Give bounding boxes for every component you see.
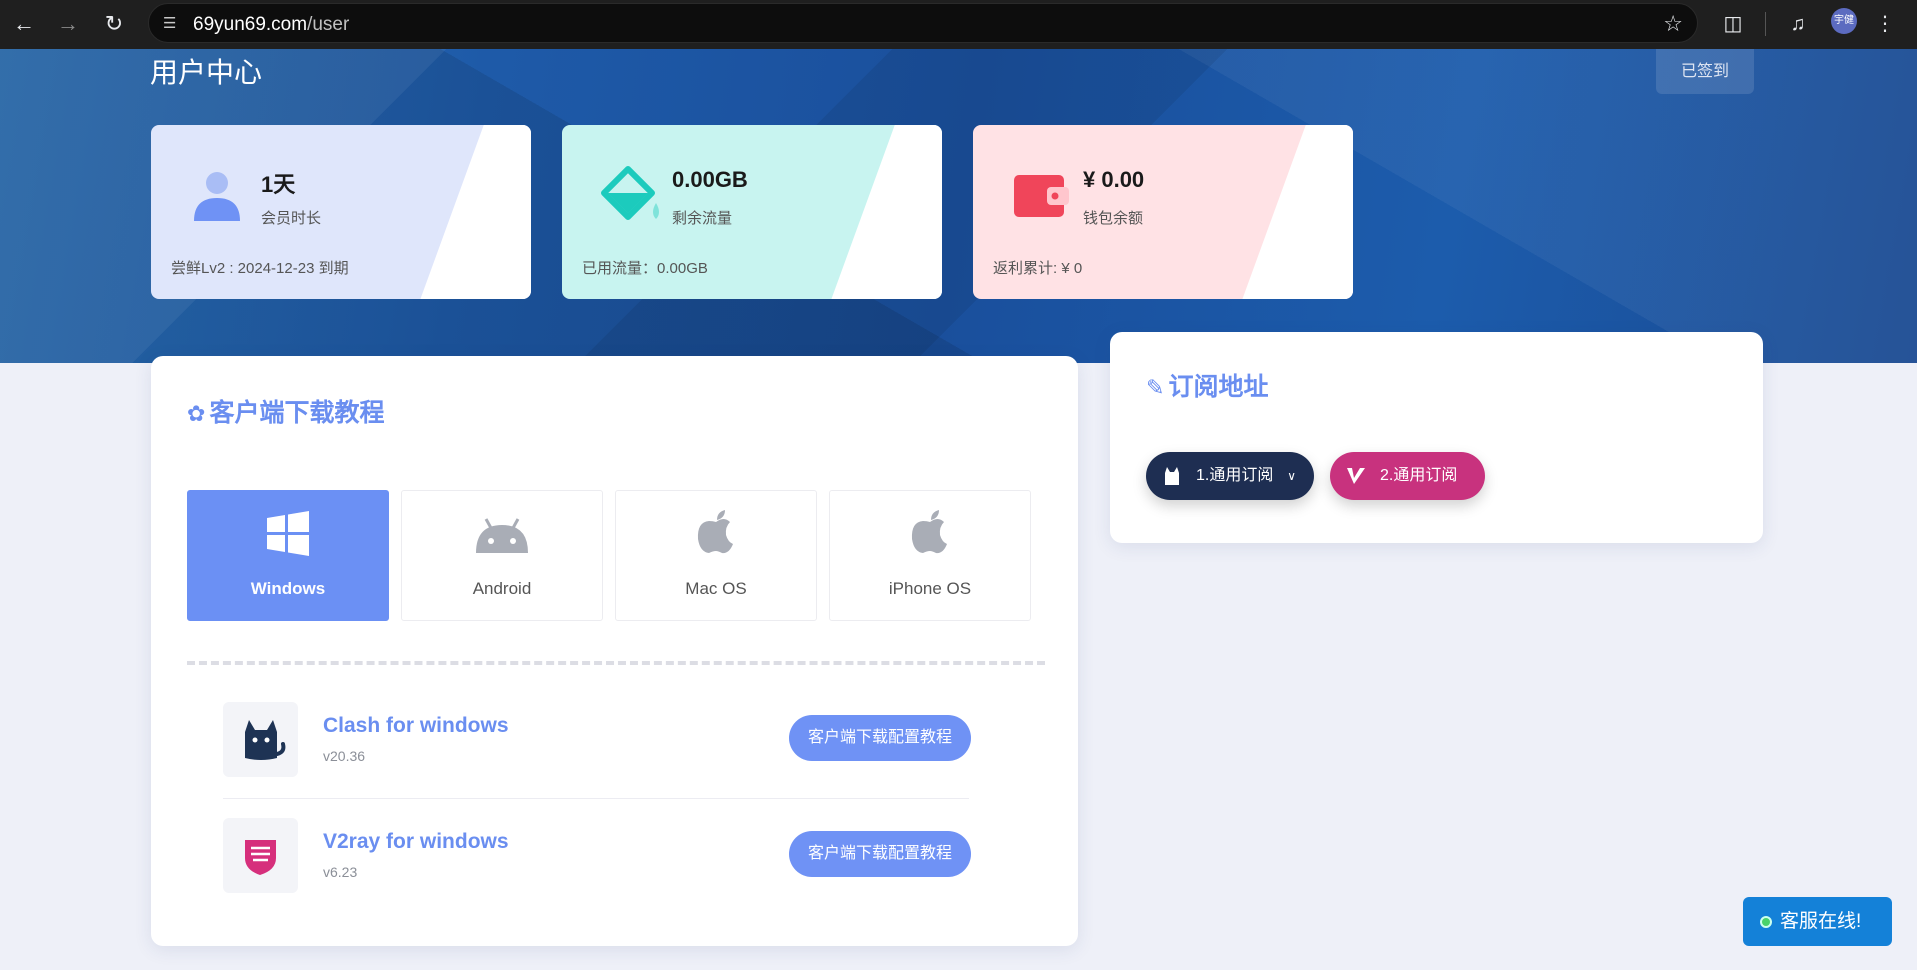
user-icon xyxy=(189,165,245,225)
android-icon xyxy=(402,509,602,559)
traffic-used: 已用流量：0.00GB xyxy=(582,260,708,277)
section-divider xyxy=(187,661,1045,665)
traffic-card: 0.00GB 剩余流量 已用流量：0.00GB xyxy=(562,125,942,299)
bookmark-star-icon[interactable]: ☆ xyxy=(1663,11,1683,37)
url-text: 69yun69.com/user xyxy=(193,14,350,35)
bucket-icon xyxy=(600,165,659,225)
v2ray-v-icon xyxy=(1347,468,1365,484)
wallet-balance-value: ¥ 0.00 xyxy=(1083,167,1145,192)
client-name[interactable]: V2ray for windows xyxy=(323,830,509,854)
windows-icon xyxy=(188,509,388,559)
v2ray-tutorial-button[interactable]: 客户端下载配置教程 xyxy=(789,831,971,877)
tab-iphone-os[interactable]: iPhone OS xyxy=(829,490,1031,621)
membership-card: 1天 会员时长 尝鲜Lv2 : 2024-12-23 到期 xyxy=(151,125,531,299)
row-divider xyxy=(223,798,969,799)
media-control-icon[interactable]: ♫ xyxy=(1782,8,1814,40)
subscription-panel: ✎ 订阅地址 1.通用订阅 ∨ 2.通用订阅 xyxy=(1110,332,1763,543)
reload-icon[interactable]: ↻ xyxy=(98,8,130,40)
site-settings-icon[interactable]: ☰ xyxy=(163,14,183,34)
traffic-remaining-label: 剩余流量 xyxy=(672,210,733,227)
client-row-clash: Clash for windows v20.36 客户端下载配置教程 xyxy=(223,702,971,778)
membership-expiry: 尝鲜Lv2 : 2024-12-23 到期 xyxy=(171,260,349,277)
extensions-icon[interactable]: ◫ xyxy=(1717,8,1749,40)
traffic-remaining-value: 0.00GB xyxy=(672,167,748,192)
menu-kebab-icon[interactable]: ⋮ xyxy=(1869,8,1901,40)
clash-tutorial-button[interactable]: 客户端下载配置教程 xyxy=(789,715,971,761)
magic-wand-icon: ✎ xyxy=(1146,375,1165,400)
profile-avatar[interactable]: 宇健 xyxy=(1831,8,1857,34)
support-chat-button[interactable]: 客服在线! xyxy=(1743,897,1892,946)
rebate-total: 返利累计: ¥ 0 xyxy=(993,260,1083,277)
toolbar-divider xyxy=(1765,12,1766,36)
browser-toolbar: ← → ↻ ☰ 69yun69.com/user ☆ ◫ ♫ 宇健 ⋮ xyxy=(0,0,1917,49)
forward-icon[interactable]: → xyxy=(52,8,84,40)
client-download-panel: ✿ 客户端下载教程 Windows Android Mac OS iPhone … xyxy=(151,356,1078,946)
client-row-v2ray: V2ray for windows v6.23 客户端下载配置教程 xyxy=(223,818,971,894)
membership-label: 会员时长 xyxy=(261,210,322,227)
address-bar[interactable]: ☰ 69yun69.com/user ☆ xyxy=(148,3,1698,43)
tab-android[interactable]: Android xyxy=(401,490,603,621)
subscription-button-1[interactable]: 1.通用订阅 ∨ xyxy=(1146,452,1314,500)
apple-icon xyxy=(830,509,1030,559)
client-version: v20.36 xyxy=(323,748,366,764)
download-panel-title: ✿ 客户端下载教程 xyxy=(187,399,385,427)
online-status-icon xyxy=(1760,916,1772,928)
clash-cat-icon xyxy=(1165,467,1179,485)
wallet-balance-label: 钱包余额 xyxy=(1083,210,1144,227)
chevron-down-icon[interactable]: ∨ xyxy=(1287,452,1296,500)
leaf-icon: ✿ xyxy=(187,401,206,426)
tab-macos[interactable]: Mac OS xyxy=(615,490,817,621)
v2ray-icon xyxy=(223,818,298,893)
wallet-card: ¥ 0.00 钱包余额 返利累计: ¥ 0 xyxy=(973,125,1353,299)
membership-value: 1天 xyxy=(261,172,296,197)
page-title: 用户中心 xyxy=(150,57,263,88)
checkin-button[interactable]: 已签到 xyxy=(1656,49,1754,94)
wallet-icon xyxy=(1011,165,1069,225)
clash-cat-icon xyxy=(223,702,298,777)
apple-icon xyxy=(616,509,816,559)
client-version: v6.23 xyxy=(323,864,358,880)
tab-windows[interactable]: Windows xyxy=(187,490,389,621)
subscription-panel-title: ✎ 订阅地址 xyxy=(1146,373,1269,401)
back-icon[interactable]: ← xyxy=(8,8,40,40)
client-name[interactable]: Clash for windows xyxy=(323,714,509,738)
subscription-button-2[interactable]: 2.通用订阅 xyxy=(1330,452,1485,500)
